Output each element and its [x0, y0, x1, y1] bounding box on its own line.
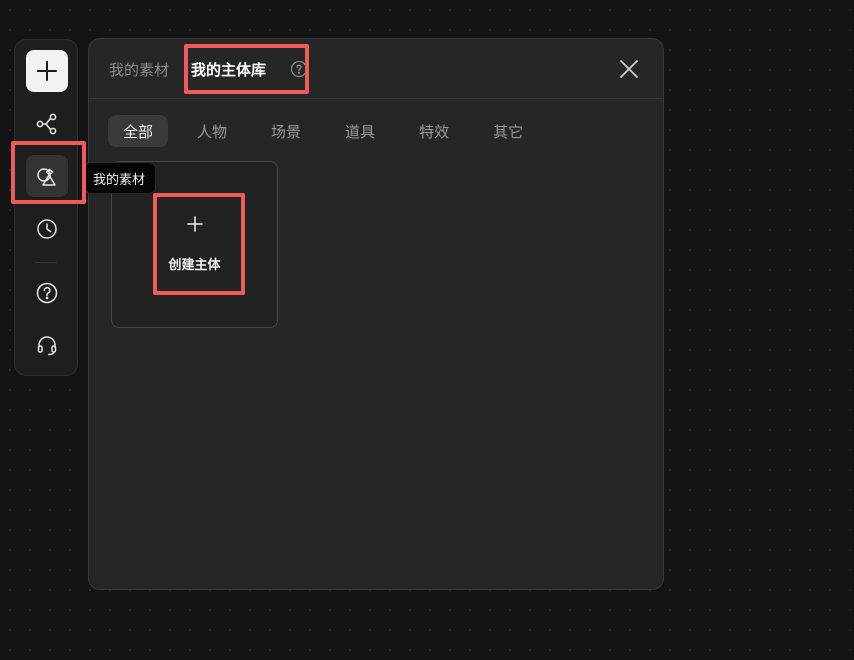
workflow-icon [36, 113, 57, 135]
my-assets-button[interactable] [26, 155, 68, 197]
tab-my-assets[interactable]: 我的素材 [109, 59, 169, 80]
toolbar-divider [35, 262, 57, 263]
filter-character[interactable]: 人物 [182, 115, 242, 147]
question-icon[interactable] [290, 60, 308, 78]
add-button[interactable] [26, 50, 68, 92]
help-button[interactable] [26, 272, 68, 314]
plus-icon [37, 61, 57, 81]
filter-scene[interactable]: 场景 [256, 115, 316, 147]
my-assets-tooltip: 我的素材 [84, 162, 157, 194]
left-toolbar [14, 39, 78, 376]
shapes-icon [37, 168, 56, 186]
support-button[interactable] [26, 324, 68, 366]
history-button[interactable] [26, 208, 68, 250]
close-icon[interactable] [617, 57, 641, 81]
category-filters: 全部 人物 场景 道具 特效 其它 [108, 115, 538, 147]
filter-other[interactable]: 其它 [478, 115, 538, 147]
workflow-button[interactable] [26, 103, 68, 145]
create-subject-label: 创建主体 [168, 258, 221, 273]
tab-my-subject-library[interactable]: 我的主体库 [191, 59, 266, 80]
filter-effect[interactable]: 特效 [404, 115, 464, 147]
clock-icon [37, 219, 57, 239]
subject-library-panel: 我的素材 我的主体库 全部 人物 场景 道具 特效 其它 创建主体 [88, 38, 664, 590]
canvas: 我的素材 我的素材 我的主体库 全部 人物 场景 道具 特效 其它 创建主体 [0, 0, 854, 660]
headset-icon [37, 336, 57, 356]
filter-all[interactable]: 全部 [108, 115, 169, 147]
plus-icon [187, 216, 203, 232]
filter-prop[interactable]: 道具 [330, 115, 390, 147]
help-circle-icon [36, 282, 58, 304]
panel-header: 我的素材 我的主体库 [89, 39, 663, 99]
